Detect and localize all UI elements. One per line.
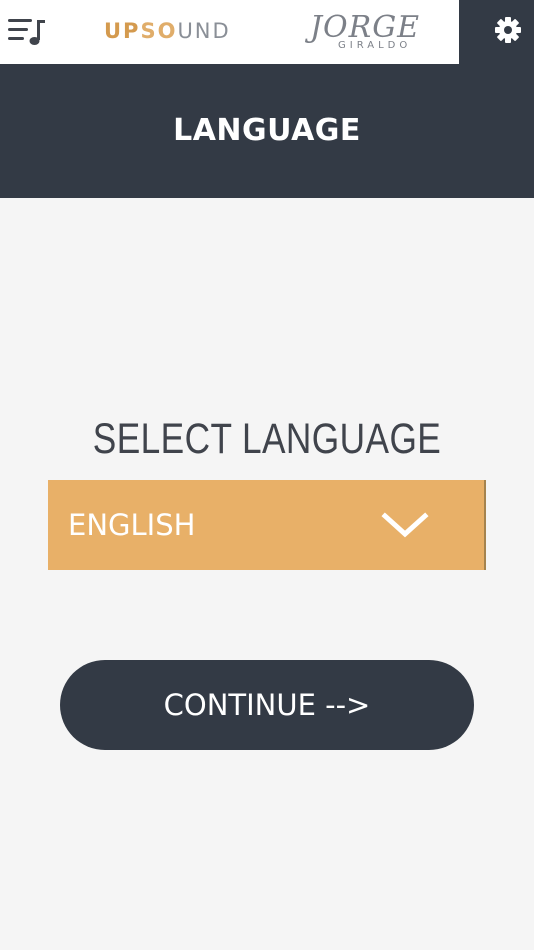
title-band: LANGUAGE: [0, 64, 534, 198]
chevron-down-icon: [381, 512, 429, 538]
language-selected-value: ENGLISH: [68, 508, 196, 542]
page-title: LANGUAGE: [173, 113, 361, 148]
gear-icon: [495, 17, 521, 43]
brand-up: UP: [104, 19, 141, 43]
signature-logo: JORGE GIRALDO: [310, 10, 420, 58]
language-dropdown[interactable]: ENGLISH: [48, 480, 486, 570]
brand-und: UND: [177, 19, 231, 43]
signature-sub: GIRALDO: [338, 40, 412, 51]
playlist-music-icon: [8, 19, 45, 45]
continue-button-label: CONTINUE -->: [163, 688, 371, 722]
top-bar: UPSOUND JORGE GIRALDO: [0, 0, 534, 65]
playlist-button[interactable]: [6, 14, 48, 50]
continue-button[interactable]: CONTINUE -->: [60, 660, 474, 750]
select-language-label: SELECT LANGUAGE: [92, 415, 442, 463]
settings-button[interactable]: [459, 0, 534, 64]
brand-so: SO: [140, 19, 178, 43]
brand-logo: UPSOUND: [104, 19, 231, 43]
